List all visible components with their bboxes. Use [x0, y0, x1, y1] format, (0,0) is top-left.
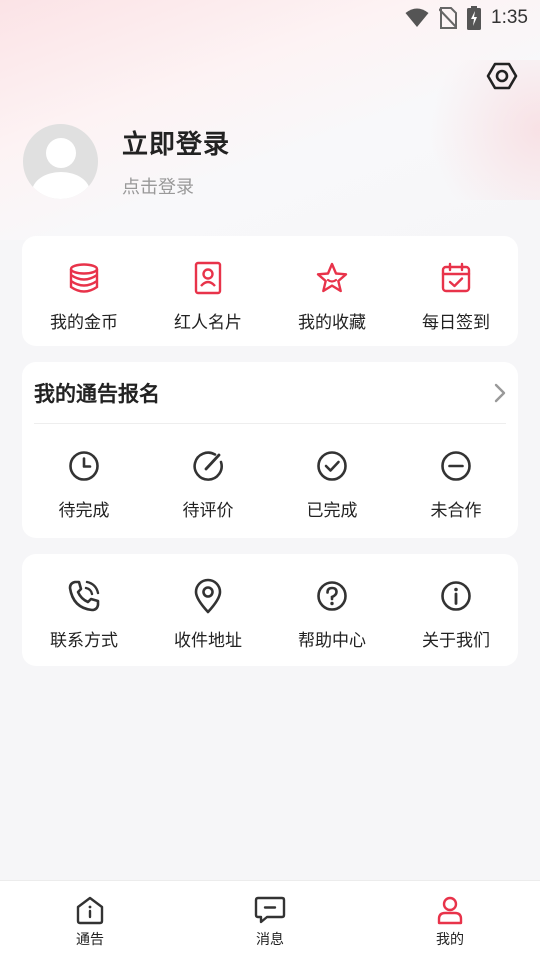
message-icon: [254, 896, 286, 924]
daily-checkin-button[interactable]: 每日签到: [394, 260, 518, 333]
battery-charging-icon: [467, 6, 482, 30]
my-favorites-label: 我的收藏: [298, 313, 366, 333]
coins-icon: [69, 263, 99, 293]
pending-review-button[interactable]: 待评价: [146, 448, 270, 521]
completed-label: 已完成: [306, 501, 358, 521]
status-bar: 1:35: [0, 0, 540, 36]
help-icon: [317, 581, 347, 611]
minus-circle-icon: [441, 451, 471, 481]
chevron-right-icon: [494, 383, 506, 402]
tab-notices-label: 通告: [76, 932, 104, 948]
phone-icon: [68, 580, 100, 612]
my-notices-header[interactable]: 我的通告报名: [34, 362, 506, 424]
not-cooperated-button[interactable]: 未合作: [394, 448, 518, 521]
help-center-button[interactable]: 帮助中心: [270, 578, 394, 651]
shipping-address-label: 收件地址: [174, 631, 242, 651]
location-icon: [194, 578, 222, 614]
header-background: [0, 0, 540, 240]
daily-checkin-label: 每日签到: [422, 313, 490, 333]
profile-login[interactable]: 立即登录 点击登录: [23, 124, 230, 199]
edit-icon: [193, 451, 223, 481]
bottom-tab-bar: 通告 消息 我的: [0, 880, 540, 960]
about-us-label: 关于我们: [422, 631, 490, 651]
completed-button[interactable]: 已完成: [270, 448, 394, 521]
not-cooperated-label: 未合作: [430, 501, 482, 521]
no-sim-icon: [439, 7, 458, 29]
pending-completion-button[interactable]: 待完成: [22, 448, 146, 521]
tab-messages-label: 消息: [256, 932, 284, 948]
my-favorites-button[interactable]: 我的收藏: [270, 260, 394, 333]
tab-mine[interactable]: 我的: [360, 881, 540, 960]
influencer-card-label: 红人名片: [174, 313, 242, 333]
person-icon: [437, 896, 463, 925]
settings-button[interactable]: [484, 58, 520, 94]
tab-notices[interactable]: 通告: [0, 881, 180, 960]
my-notices-card: 我的通告报名 待完成 待评价 已完成 未合作: [22, 362, 518, 538]
wifi-icon: [405, 8, 429, 27]
services-card: 联系方式 收件地址 帮助中心 关于我们: [22, 554, 518, 666]
star-icon: [316, 262, 348, 293]
shipping-address-button[interactable]: 收件地址: [146, 578, 270, 651]
my-coins-button[interactable]: 我的金币: [22, 260, 146, 333]
help-center-label: 帮助中心: [298, 631, 366, 651]
my-notices-title: 我的通告报名: [34, 381, 160, 406]
calendar-check-icon: [441, 262, 471, 293]
info-icon: [441, 581, 471, 611]
login-title[interactable]: 立即登录: [122, 124, 230, 161]
settings-icon: [486, 62, 518, 90]
contact-label: 联系方式: [50, 631, 118, 651]
about-us-button[interactable]: 关于我们: [394, 578, 518, 651]
login-subtitle: 点击登录: [122, 177, 194, 198]
quick-actions-card: 我的金币 红人名片 我的收藏 每日签到: [22, 236, 518, 346]
tab-mine-label: 我的: [436, 932, 464, 948]
pending-review-label: 待评价: [182, 501, 234, 521]
contact-button[interactable]: 联系方式: [22, 578, 146, 651]
check-circle-icon: [317, 451, 347, 481]
pending-completion-label: 待完成: [58, 501, 110, 521]
clock-icon: [69, 451, 99, 481]
status-time: 1:35: [491, 7, 528, 28]
avatar: [23, 124, 98, 199]
tab-messages[interactable]: 消息: [180, 881, 360, 960]
influencer-card-button[interactable]: 红人名片: [146, 260, 270, 333]
my-coins-label: 我的金币: [50, 313, 118, 333]
contact-card-icon: [194, 261, 222, 295]
home-icon: [76, 896, 104, 925]
